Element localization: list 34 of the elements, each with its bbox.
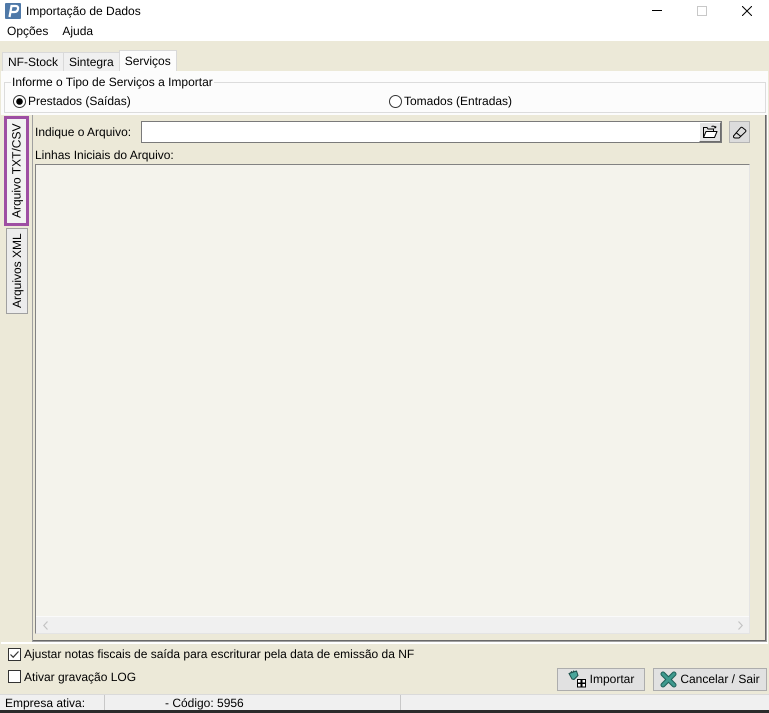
status-text: Empresa ativa: <box>5 696 86 710</box>
radio-icon[interactable] <box>13 94 26 108</box>
minimize-icon <box>652 10 662 11</box>
radio-icon[interactable] <box>389 94 402 108</box>
tab[interactable]: Serviços <box>118 50 177 71</box>
app-logo-icon <box>5 2 21 18</box>
window-title: Importação de Dados <box>26 4 142 18</box>
checkbox-option[interactable]: Ativar gravação LOG <box>8 668 136 686</box>
eraser-icon <box>732 126 747 138</box>
maximize-icon <box>696 6 706 16</box>
tab[interactable]: NF-Stock <box>2 52 64 71</box>
import-button[interactable]: Importar <box>557 668 645 690</box>
group-legend: Informe o Tipo de Serviços a Importar <box>11 75 214 89</box>
radio-option[interactable]: Prestados (Saídas) <box>13 92 131 110</box>
radio-option[interactable]: Tomados (Entradas) <box>389 92 512 110</box>
folder-icon <box>702 125 718 139</box>
tab[interactable]: Sintegra <box>63 52 120 71</box>
clear-button[interactable] <box>729 121 750 143</box>
status-text: - Código: 5956 <box>165 696 244 710</box>
checkbox-icon[interactable] <box>8 670 21 683</box>
side-tab[interactable]: Arquivo TXT/CSV <box>4 116 29 226</box>
checkbox-option[interactable]: Ajustar notas fiscais de saída para escriturar pela data de emissão da NF <box>8 645 414 663</box>
cancel-icon <box>660 670 678 688</box>
menu-item[interactable]: Opções <box>0 23 56 39</box>
file-path-field[interactable] <box>141 121 722 143</box>
side-tab[interactable]: Arquivos XML <box>6 228 28 314</box>
field-label: Indique o Arquivo: <box>35 125 132 139</box>
cancel-button[interactable]: Cancelar / Sair <box>653 668 767 690</box>
browse-button[interactable] <box>699 122 721 142</box>
menu-item[interactable]: Ajuda <box>55 23 100 39</box>
field-label: Linhas Iniciais do Arquivo: <box>35 148 174 162</box>
checkbox-icon[interactable] <box>8 648 21 660</box>
import-icon <box>568 670 587 688</box>
close-icon <box>742 6 752 16</box>
